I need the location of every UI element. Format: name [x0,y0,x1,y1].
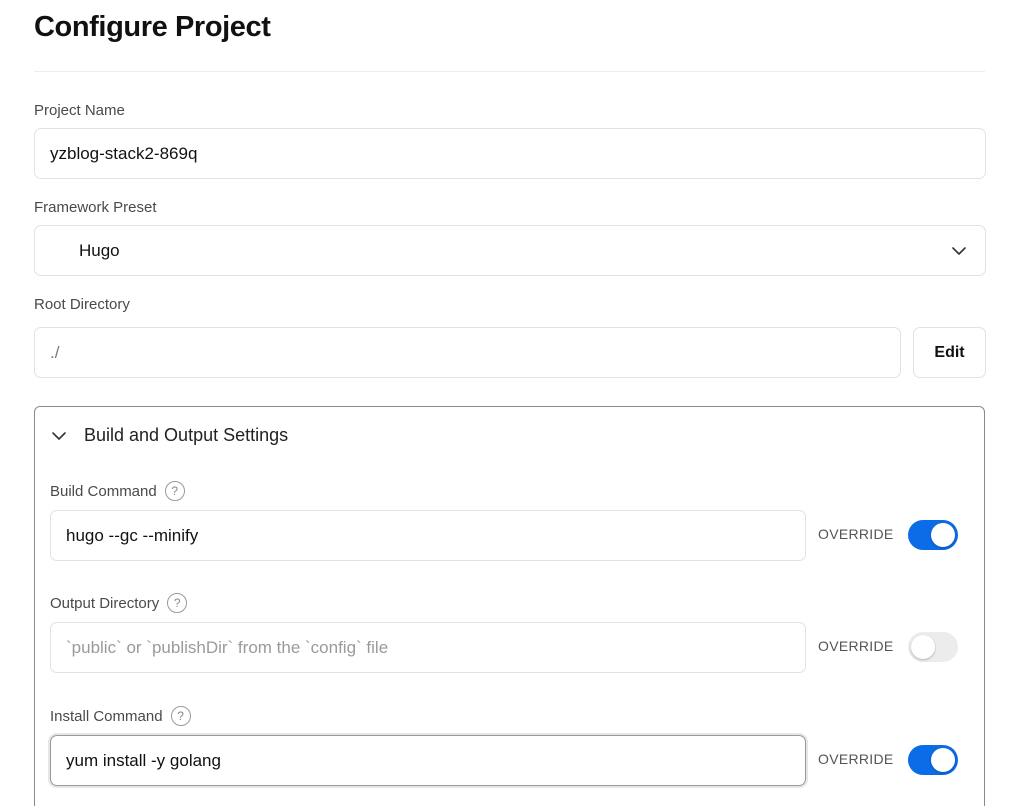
toggle-knob [931,523,955,547]
chevron-down-icon [52,431,66,440]
framework-preset-value: Hugo [79,240,120,260]
project-name-input[interactable] [50,143,985,164]
edit-root-directory-button[interactable]: Edit [913,327,986,378]
root-directory-label: Root Directory [34,296,130,313]
output-directory-input[interactable] [66,637,805,658]
install-command-override-toggle[interactable] [908,745,958,775]
install-command-field[interactable] [50,735,806,786]
chevron-down-icon [952,247,966,255]
help-icon[interactable]: ? [170,706,191,726]
build-command-override-toggle[interactable] [908,520,958,550]
configure-project-page: Configure Project Project Name Framework… [0,0,1024,806]
build-command-input[interactable] [66,525,805,546]
toggle-knob [911,635,935,659]
build-command-label-text: Build Command [50,482,157,500]
root-directory-value: ./ [50,342,60,362]
help-icon[interactable]: ? [167,593,188,613]
output-directory-override-toggle[interactable] [908,632,958,662]
build-output-settings-panel: Build and Output Settings Build Command … [34,406,985,806]
output-directory-field[interactable] [50,622,806,673]
project-name-label: Project Name [34,102,125,119]
framework-preset-select[interactable]: Hugo [34,225,986,276]
build-command-field[interactable] [50,510,806,561]
output-directory-label-text: Output Directory [50,594,160,612]
page-title: Configure Project [34,11,271,43]
project-name-field[interactable] [34,128,986,179]
help-icon[interactable]: ? [164,481,185,501]
install-command-label-text: Install Command [50,707,163,725]
section-title: Build and Output Settings [84,425,289,445]
output-directory-override-label: OVERRIDE [818,638,894,654]
install-command-label: Install Command ? [50,706,191,726]
install-command-override-label: OVERRIDE [818,751,894,767]
install-command-input[interactable] [66,750,805,771]
framework-preset-label: Framework Preset [34,199,157,216]
build-command-label: Build Command ? [50,481,185,501]
toggle-knob [931,748,955,772]
build-command-override-label: OVERRIDE [818,526,894,542]
output-directory-label: Output Directory ? [50,593,188,613]
title-divider [34,71,985,72]
root-directory-field: ./ [34,327,901,378]
build-output-settings-toggle[interactable]: Build and Output Settings [51,425,288,446]
